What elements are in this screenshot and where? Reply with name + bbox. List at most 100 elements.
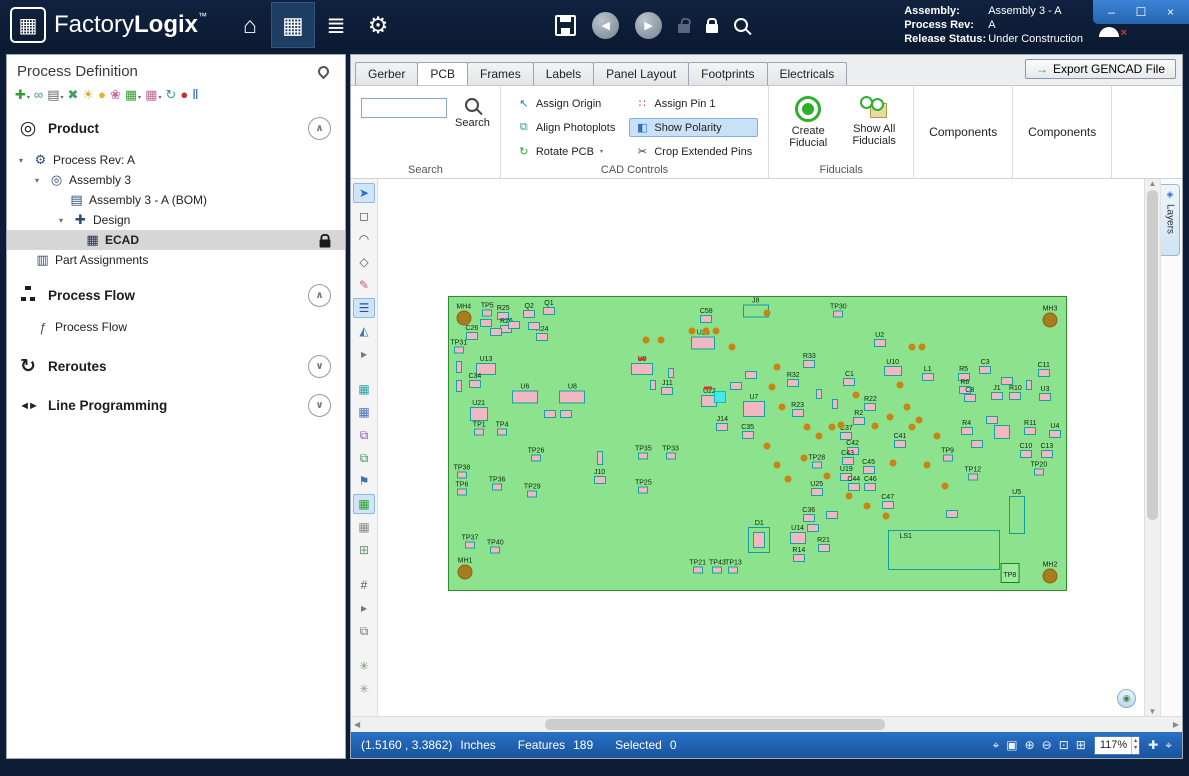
fiducial-a-tool-icon[interactable]: ✳ bbox=[353, 656, 375, 676]
pcb-pad[interactable] bbox=[815, 433, 822, 440]
pcb-pad[interactable] bbox=[768, 384, 775, 391]
pcb-pad[interactable] bbox=[915, 417, 922, 424]
tree-item-bom[interactable]: ▤ Assembly 3 - A (BOM) bbox=[7, 190, 345, 210]
pcb-component-u3[interactable]: U3 bbox=[1039, 393, 1051, 401]
pcb-pad[interactable] bbox=[800, 455, 807, 462]
pcb-component-c13[interactable]: C13 bbox=[1041, 450, 1053, 458]
pcb-component-tp30[interactable]: TP30 bbox=[833, 310, 843, 317]
pcb-component-c11[interactable]: C11 bbox=[1038, 369, 1050, 377]
pin-icon[interactable] bbox=[316, 64, 332, 80]
pcb-component[interactable] bbox=[638, 357, 646, 360]
pcb-component-tp37[interactable]: TP37 bbox=[465, 541, 475, 548]
brush-select-tool-icon[interactable]: ✎ bbox=[353, 275, 375, 295]
pcb-component-tp5[interactable]: TP5 bbox=[482, 310, 492, 317]
tree-item-assembly[interactable]: ▾ ◎ Assembly 3 bbox=[7, 170, 345, 190]
pcb-component-tp21[interactable]: TP21 bbox=[693, 566, 703, 573]
assign-origin-button[interactable]: ↖Assign Origin bbox=[511, 94, 622, 113]
pcb-component-mh3[interactable]: MH3 bbox=[1042, 313, 1057, 328]
pcb-pad[interactable] bbox=[934, 432, 941, 439]
pcb-pad[interactable] bbox=[728, 344, 735, 351]
pcb-pad[interactable] bbox=[897, 382, 904, 389]
pcb-component-q1[interactable]: Q1 bbox=[543, 307, 555, 315]
silkscreen-tool-icon[interactable]: ⚑ bbox=[353, 471, 375, 491]
pcb-component[interactable] bbox=[971, 440, 983, 448]
crosshair-icon[interactable]: ⌖ bbox=[1165, 738, 1172, 753]
pcb-component-tp8[interactable]: TP8 bbox=[1000, 563, 1019, 583]
pcb-component-tp29[interactable]: TP29 bbox=[527, 491, 537, 498]
record-button[interactable]: ● bbox=[180, 88, 188, 101]
pcb-component-mh2[interactable]: MH2 bbox=[1042, 569, 1057, 584]
pcb-component[interactable] bbox=[456, 380, 462, 392]
pcb-component-r23[interactable]: R23 bbox=[792, 409, 804, 417]
pcb-component-tp25[interactable]: TP25 bbox=[638, 486, 648, 493]
pcb-component-j10[interactable]: J10 bbox=[594, 476, 606, 484]
pcb-pad[interactable] bbox=[823, 472, 830, 479]
pcb-component-c10[interactable]: C10 bbox=[1020, 450, 1032, 458]
pcb-component-c26[interactable]: C26 bbox=[466, 332, 478, 340]
pcb-canvas[interactable]: MH4MH3MH1MH2TP5R25Q2Q1C26R24R26TP31U13C3… bbox=[378, 179, 1144, 716]
pcb-component[interactable] bbox=[730, 382, 742, 390]
pcb-component-c45[interactable]: C45 bbox=[863, 466, 875, 474]
process-definition-button[interactable]: ▦ bbox=[271, 2, 315, 48]
pcb-component[interactable] bbox=[668, 368, 674, 378]
components-view-tool-icon[interactable]: ▦ bbox=[353, 494, 375, 514]
pcb-component-u7[interactable]: U7 bbox=[743, 401, 765, 417]
pcb-pad[interactable] bbox=[918, 344, 925, 351]
pcb-pad[interactable] bbox=[887, 414, 894, 421]
link-button[interactable]: ∞ bbox=[34, 88, 43, 101]
pcb-component-tp31[interactable]: TP31 bbox=[454, 347, 464, 354]
pcb-pad[interactable] bbox=[643, 337, 650, 344]
tree-item-part-assignments[interactable]: ▥ Part Assignments bbox=[7, 250, 345, 270]
pcb-pad[interactable] bbox=[923, 462, 930, 469]
pcb-component-r10[interactable]: R10 bbox=[1009, 392, 1021, 400]
polygon-select-tool-icon[interactable]: ◇ bbox=[353, 252, 375, 272]
zoom-out-icon[interactable]: ⊖ bbox=[1042, 738, 1052, 752]
pcb-component-tp36[interactable]: TP36 bbox=[492, 484, 502, 491]
pcb-component-u5[interactable]: U5 bbox=[1009, 496, 1025, 534]
tree-item-design[interactable]: ▾ ✚ Design bbox=[7, 210, 345, 230]
pcb-component-r4[interactable]: R4 bbox=[961, 427, 973, 435]
measure-icon[interactable]: ⌖ bbox=[992, 738, 999, 753]
data-stack-button[interactable]: ≣ bbox=[315, 3, 357, 47]
pcb-component-tp20[interactable]: TP20 bbox=[1034, 468, 1044, 475]
pcb-component-tp40[interactable]: TP40 bbox=[490, 546, 500, 553]
assign-pin1-button[interactable]: ∷Assign Pin 1 bbox=[629, 94, 758, 113]
pcb-component-c36[interactable]: C36 bbox=[803, 514, 815, 522]
dual-grid-tool-icon[interactable]: ⊞ bbox=[353, 540, 375, 560]
close-button[interactable]: × bbox=[1160, 5, 1182, 19]
pcb-component-u4[interactable]: U4 bbox=[1049, 430, 1061, 438]
flower-button[interactable]: ❀ bbox=[110, 88, 121, 101]
pcb-pad[interactable] bbox=[863, 502, 870, 509]
rectangle-select-tool-icon[interactable]: ◻ bbox=[353, 206, 375, 226]
pan-icon[interactable]: ✚ bbox=[1148, 738, 1158, 752]
create-fiducial-button[interactable]: Create Fiducial bbox=[779, 94, 837, 149]
pcb-component[interactable] bbox=[528, 322, 540, 330]
pcb-component-c44[interactable]: C44 bbox=[848, 483, 860, 491]
pcb-component[interactable] bbox=[832, 399, 838, 409]
idea-button[interactable]: ☀ bbox=[82, 88, 94, 101]
scroll-left-arrow-icon[interactable]: ◀ bbox=[354, 720, 360, 729]
pcb-component-r21[interactable]: R21 bbox=[818, 544, 830, 552]
pcb-component[interactable] bbox=[456, 361, 462, 373]
pcb-pad[interactable] bbox=[908, 344, 915, 351]
pcb-pad[interactable] bbox=[658, 337, 665, 344]
pcb-component[interactable] bbox=[807, 524, 819, 532]
pcb-pad[interactable] bbox=[942, 482, 949, 489]
pcb-component-u14[interactable]: U14 bbox=[790, 532, 806, 544]
pcb-pad[interactable] bbox=[871, 422, 878, 429]
pcb-component-c43[interactable]: C43 bbox=[842, 457, 854, 465]
home-button[interactable]: ⌂ bbox=[229, 3, 271, 47]
pcb-component-r32[interactable]: R32 bbox=[787, 379, 799, 387]
pcb-component-c1[interactable]: C1 bbox=[843, 378, 855, 386]
layer-stack-tool-icon[interactable]: ⧉ bbox=[353, 425, 375, 445]
prism-view-tool-icon[interactable]: ◭ bbox=[353, 321, 375, 341]
layers-tab[interactable]: ◈ Layers bbox=[1161, 184, 1180, 256]
tab-pcb[interactable]: PCB bbox=[417, 62, 468, 85]
pcb-pad[interactable] bbox=[883, 512, 890, 519]
export-gencad-button[interactable]: → Export GENCAD File bbox=[1025, 59, 1176, 79]
tab-electricals[interactable]: Electricals bbox=[767, 62, 848, 85]
pcb-component-tp12[interactable]: TP12 bbox=[968, 473, 978, 480]
crop-extended-pins-button[interactable]: ✂Crop Extended Pins bbox=[629, 142, 758, 161]
part-search-icon[interactable] bbox=[734, 18, 748, 32]
horizontal-scroll-thumb[interactable] bbox=[545, 719, 885, 730]
